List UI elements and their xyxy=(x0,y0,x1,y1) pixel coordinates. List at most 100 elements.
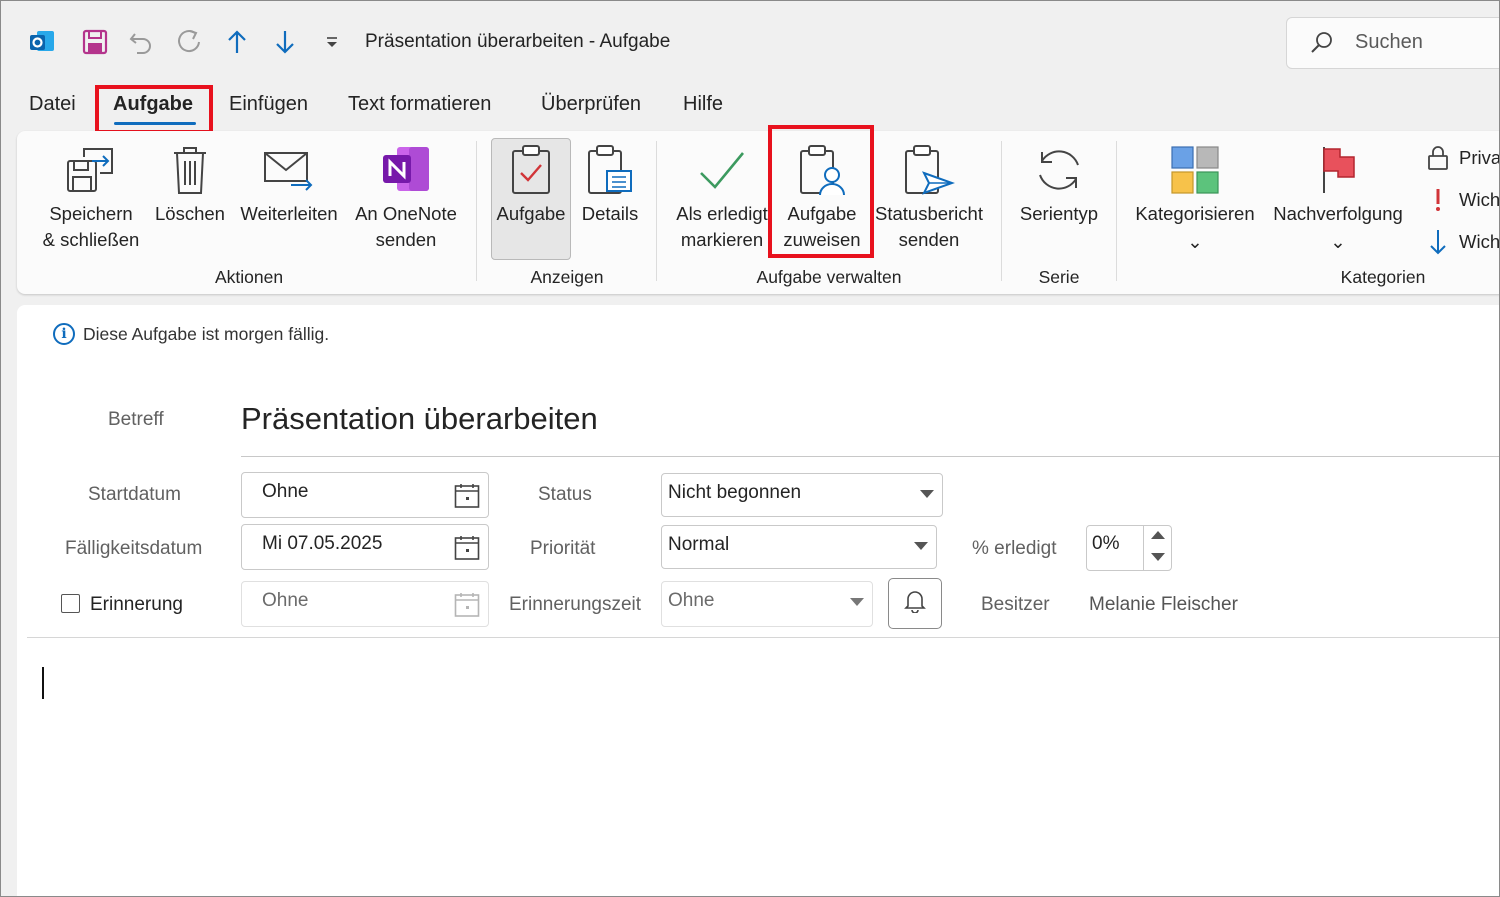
private-label: Priva xyxy=(1459,147,1500,168)
undo-icon[interactable] xyxy=(126,27,156,57)
categorize-button[interactable]: Kategorisieren ⌄ xyxy=(1129,131,1261,261)
search-placeholder: Suchen xyxy=(1355,31,1423,53)
save-close-button[interactable]: Speichern & schließen xyxy=(39,131,143,261)
subject-label: Betreff xyxy=(108,409,164,430)
clipboard-check-icon xyxy=(509,141,553,199)
delete-button[interactable]: Löschen xyxy=(151,131,229,261)
owner-label: Besitzer xyxy=(981,594,1050,615)
info-bar: i Diese Aufgabe ist morgen fällig. xyxy=(53,323,329,345)
calendar-icon[interactable] xyxy=(454,535,480,566)
high-importance-button[interactable]: Wich xyxy=(1425,185,1500,215)
due-date-field[interactable]: Mi 07.05.2025 xyxy=(241,524,489,570)
chevron-down-icon: ⌄ xyxy=(1330,231,1346,252)
low-importance-label: Wich xyxy=(1459,231,1500,252)
save-close-icon xyxy=(64,141,118,199)
notes-text-cursor[interactable] xyxy=(42,667,44,699)
title-bar: Präsentation überarbeiten - Aufgabe Such… xyxy=(1,1,1499,83)
view-task-label: Aufgabe xyxy=(496,203,566,224)
tab-text-formatieren[interactable]: Text formatieren xyxy=(348,93,491,116)
status-label: Status xyxy=(538,484,592,505)
subject-field[interactable]: Präsentation überarbeiten xyxy=(241,401,598,437)
save-close-label-1: Speichern xyxy=(49,203,133,224)
due-date-value: Mi 07.05.2025 xyxy=(262,533,383,554)
spin-up-icon[interactable] xyxy=(1151,531,1165,539)
percent-complete-spinner[interactable]: 0% xyxy=(1086,525,1172,571)
ribbon-separator xyxy=(656,141,657,281)
group-label-serie: Serie xyxy=(1038,267,1080,287)
priority-label: Priorität xyxy=(530,538,596,559)
search-icon xyxy=(1309,30,1335,61)
down-arrow-icon[interactable] xyxy=(270,27,300,57)
dropdown-arrow-icon xyxy=(850,598,864,606)
spinner-buttons xyxy=(1143,525,1172,571)
start-date-value: Ohne xyxy=(262,481,309,502)
calendar-icon[interactable] xyxy=(454,592,480,623)
ribbon: Speichern & schließen Löschen Weiterleit… xyxy=(17,131,1500,294)
forward-mail-icon xyxy=(261,141,317,199)
reminder-label: Erinnerung xyxy=(90,594,183,615)
reminder-checkbox[interactable] xyxy=(61,594,80,613)
calendar-icon[interactable] xyxy=(454,483,480,514)
tab-hilfe[interactable]: Hilfe xyxy=(683,93,723,116)
spin-down-icon[interactable] xyxy=(1151,553,1165,561)
start-date-label: Startdatum xyxy=(88,484,181,505)
tab-einfuegen[interactable]: Einfügen xyxy=(229,93,308,116)
dropdown-arrow-icon xyxy=(914,542,928,550)
low-importance-button[interactable]: Wich xyxy=(1425,227,1500,257)
save-close-label-2: & schließen xyxy=(42,229,140,250)
reminder-time-label: Erinnerungszeit xyxy=(509,594,642,615)
up-arrow-icon[interactable] xyxy=(222,27,252,57)
search-box[interactable]: Suchen xyxy=(1286,17,1499,69)
clipboard-details-icon xyxy=(585,141,635,199)
redo-icon[interactable] xyxy=(174,27,204,57)
details-button[interactable]: Details xyxy=(575,131,645,261)
checkmark-icon xyxy=(695,141,749,199)
group-label-aktionen: Aktionen xyxy=(214,267,284,287)
percent-complete-value: 0% xyxy=(1092,533,1120,554)
reminder-time-dropdown[interactable]: Ohne xyxy=(661,581,873,627)
tab-datei[interactable]: Datei xyxy=(29,93,76,116)
forward-button[interactable]: Weiterleiten xyxy=(236,131,342,261)
start-date-field[interactable]: Ohne xyxy=(241,472,489,518)
send-onenote-label-1: An OneNote xyxy=(355,203,457,224)
follow-up-label: Nachverfolgung xyxy=(1273,203,1403,224)
recurrence-button[interactable]: Serientyp xyxy=(1013,131,1105,261)
categorize-label: Kategorisieren xyxy=(1135,203,1255,224)
high-importance-label: Wich xyxy=(1459,189,1500,210)
recurrence-icon xyxy=(1032,141,1086,199)
reminder-date-value: Ohne xyxy=(262,590,309,611)
tab-ueberpruefen[interactable]: Überprüfen xyxy=(541,93,641,116)
window-title: Präsentation überarbeiten - Aufgabe xyxy=(365,31,671,52)
send-status-report-button[interactable]: Statusbericht senden xyxy=(871,131,987,261)
info-icon: i xyxy=(53,323,75,345)
status-dropdown[interactable]: Nicht begonnen xyxy=(661,473,943,517)
group-label-aufgabe-verwalten: Aufgabe verwalten xyxy=(756,267,902,287)
group-label-anzeigen: Anzeigen xyxy=(530,267,604,287)
ribbon-separator xyxy=(1001,141,1002,281)
mark-complete-button[interactable]: Als erledigt markieren xyxy=(670,131,774,261)
ribbon-separator xyxy=(476,141,477,281)
mark-complete-label-1: Als erledigt xyxy=(676,203,768,224)
ribbon-separator xyxy=(1116,141,1117,281)
flag-icon xyxy=(1316,141,1360,199)
lock-icon xyxy=(1425,145,1451,171)
dropdown-arrow-icon xyxy=(920,490,934,498)
reminder-date-field[interactable]: Ohne xyxy=(241,581,489,627)
follow-up-button[interactable]: Nachverfolgung ⌄ xyxy=(1265,131,1411,261)
send-onenote-button[interactable]: An OneNote senden xyxy=(350,131,462,261)
subject-underline xyxy=(241,456,1499,457)
mark-complete-label-2: markieren xyxy=(680,229,764,250)
info-text: Diese Aufgabe ist morgen fällig. xyxy=(83,323,330,344)
priority-dropdown[interactable]: Normal xyxy=(661,525,937,569)
status-report-label-2: senden xyxy=(898,229,960,250)
status-report-label-1: Statusbericht xyxy=(875,203,983,224)
reminder-sound-button[interactable] xyxy=(888,578,942,629)
view-task-button[interactable]: Aufgabe xyxy=(491,131,571,261)
private-button[interactable]: Priva xyxy=(1425,143,1500,173)
trash-icon xyxy=(168,141,212,199)
due-date-label: Fälligkeitsdatum xyxy=(65,538,203,559)
customize-dropdown-icon[interactable] xyxy=(317,27,347,57)
save-icon[interactable] xyxy=(80,27,110,57)
exclamation-icon xyxy=(1425,187,1451,213)
send-onenote-label-2: senden xyxy=(375,229,437,250)
